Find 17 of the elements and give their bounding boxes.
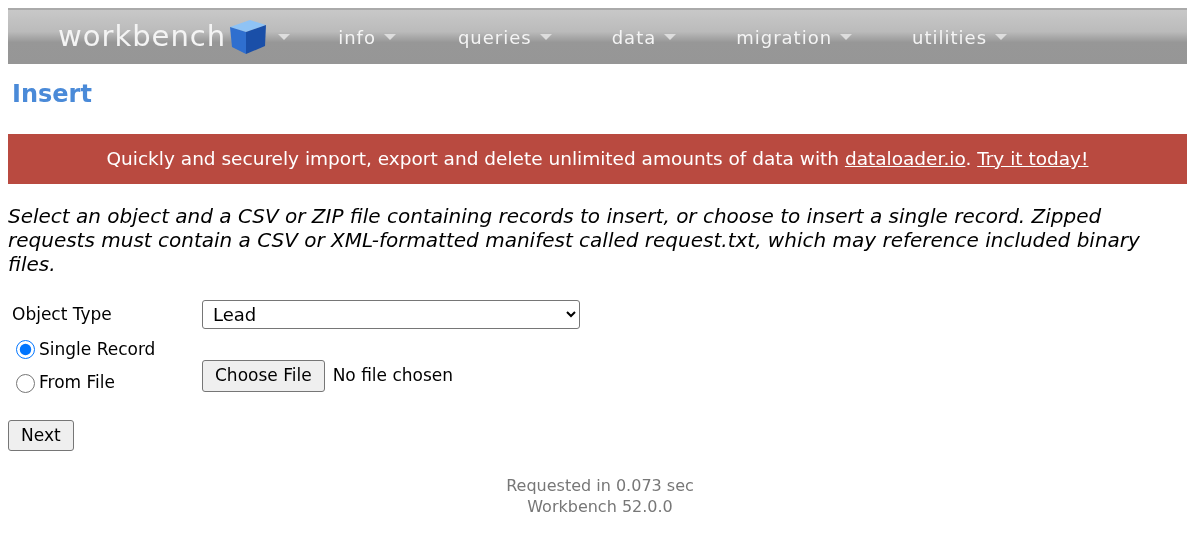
field-label: Object Type bbox=[11, 302, 113, 326]
file-status-text: No file chosen bbox=[332, 364, 454, 388]
radio-button[interactable] bbox=[16, 340, 35, 359]
next-button[interactable]: Next bbox=[8, 419, 74, 452]
caret-icon[interactable] bbox=[278, 34, 291, 40]
footer-text: Requested in 0.073 sec bbox=[505, 475, 695, 497]
radio-button[interactable] bbox=[16, 373, 35, 393]
description-text: Select an object and a CSV or ZIP file containing records to insert, or choose to insert a single record. Zipped requests must contain a CSV or XML-formatted manifest called request.txt, which may reference included binary files. bbox=[8, 203, 1141, 276]
promo-banner: Quickly and securely import, export and delete unlimited amounts of data with dataloader.io. Try it today! bbox=[8, 134, 1187, 184]
banner-link[interactable]: Try it today! bbox=[977, 148, 1089, 169]
choose-file-button[interactable]: Choose File bbox=[202, 360, 325, 392]
banner-link[interactable]: dataloader.io bbox=[844, 148, 966, 169]
page-title: Insert bbox=[12, 79, 93, 110]
radio-label[interactable]: Single Record bbox=[39, 336, 156, 363]
footer-text: Workbench 52.0.0 bbox=[526, 496, 674, 518]
object-type-select[interactable]: Lead bbox=[202, 299, 580, 329]
radio-label[interactable]: From File bbox=[39, 370, 115, 396]
